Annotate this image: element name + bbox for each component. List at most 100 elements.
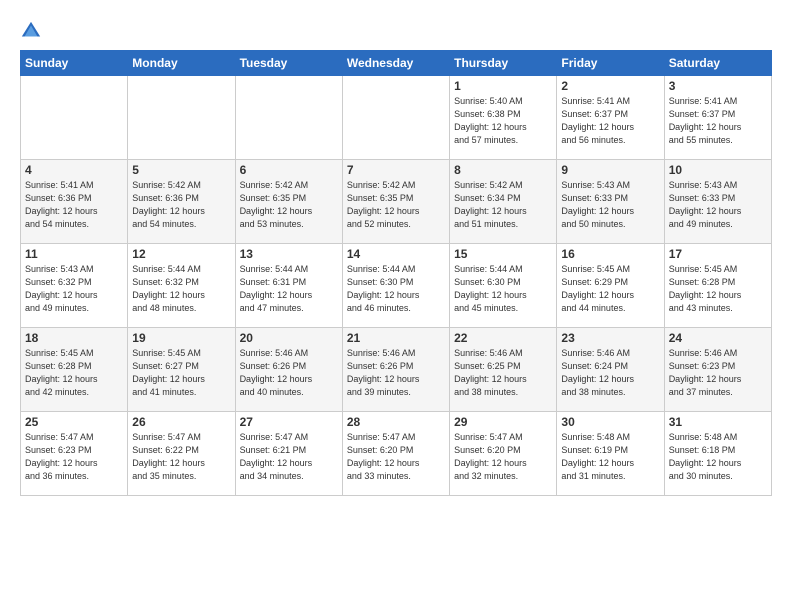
calendar-cell: 4Sunrise: 5:41 AM Sunset: 6:36 PM Daylig… bbox=[21, 160, 128, 244]
header bbox=[20, 18, 772, 42]
day-number: 15 bbox=[454, 247, 552, 261]
day-info: Sunrise: 5:46 AM Sunset: 6:26 PM Dayligh… bbox=[347, 347, 445, 399]
day-info: Sunrise: 5:42 AM Sunset: 6:35 PM Dayligh… bbox=[240, 179, 338, 231]
calendar-header-saturday: Saturday bbox=[664, 51, 771, 76]
calendar-cell: 10 Sunrise: 5:43 AM Sunset: 6:33 PM Dayli… bbox=[664, 160, 771, 244]
day-info: Sunrise: 5:43 AM Sunset: 6:33 PM Dayligh… bbox=[561, 179, 659, 231]
day-number: 31 bbox=[669, 415, 767, 429]
day-info: Sunrise: 5:44 AM Sunset: 6:31 PM Dayligh… bbox=[240, 263, 338, 315]
calendar-cell: 27Sunrise: 5:47 AM Sunset: 6:21 PM Dayli… bbox=[235, 412, 342, 496]
calendar-week-row: 18 Sunrise: 5:45 AM Sunset: 6:28 PM Dayli… bbox=[21, 328, 772, 412]
day-info: Sunrise: 5:48 AM Sunset: 6:19 PM Dayligh… bbox=[561, 431, 659, 483]
calendar-cell: 30Sunrise: 5:48 AM Sunset: 6:19 PM Dayli… bbox=[557, 412, 664, 496]
calendar-header-friday: Friday bbox=[557, 51, 664, 76]
day-number: 9 bbox=[561, 163, 659, 177]
calendar-cell: 9 Sunrise: 5:43 AM Sunset: 6:33 PM Daylig… bbox=[557, 160, 664, 244]
calendar: SundayMondayTuesdayWednesdayThursdayFrid… bbox=[20, 50, 772, 496]
day-number: 13 bbox=[240, 247, 338, 261]
day-info: Sunrise: 5:47 AM Sunset: 6:22 PM Dayligh… bbox=[132, 431, 230, 483]
calendar-cell: 12 Sunrise: 5:44 AM Sunset: 6:32 PM Dayli… bbox=[128, 244, 235, 328]
day-info: Sunrise: 5:42 AM Sunset: 6:35 PM Dayligh… bbox=[347, 179, 445, 231]
day-info: Sunrise: 5:45 AM Sunset: 6:28 PM Dayligh… bbox=[25, 347, 123, 399]
day-info: Sunrise: 5:44 AM Sunset: 6:32 PM Dayligh… bbox=[132, 263, 230, 315]
calendar-cell: 24 Sunrise: 5:46 AM Sunset: 6:23 PM Dayli… bbox=[664, 328, 771, 412]
logo bbox=[20, 18, 46, 42]
day-number: 12 bbox=[132, 247, 230, 261]
calendar-cell: 6 Sunrise: 5:42 AM Sunset: 6:35 PM Daylig… bbox=[235, 160, 342, 244]
day-info: Sunrise: 5:48 AM Sunset: 6:18 PM Dayligh… bbox=[669, 431, 767, 483]
day-info: Sunrise: 5:45 AM Sunset: 6:29 PM Dayligh… bbox=[561, 263, 659, 315]
day-info: Sunrise: 5:45 AM Sunset: 6:27 PM Dayligh… bbox=[132, 347, 230, 399]
calendar-header-wednesday: Wednesday bbox=[342, 51, 449, 76]
calendar-cell: 8 Sunrise: 5:42 AM Sunset: 6:34 PM Daylig… bbox=[450, 160, 557, 244]
day-number: 2 bbox=[561, 79, 659, 93]
calendar-cell: 28 Sunrise: 5:47 AM Sunset: 6:20 PM Dayli… bbox=[342, 412, 449, 496]
calendar-cell: 13 Sunrise: 5:44 AM Sunset: 6:31 PM Dayli… bbox=[235, 244, 342, 328]
day-info: Sunrise: 5:46 AM Sunset: 6:24 PM Dayligh… bbox=[561, 347, 659, 399]
day-info: Sunrise: 5:42 AM Sunset: 6:34 PM Dayligh… bbox=[454, 179, 552, 231]
calendar-cell: 7 Sunrise: 5:42 AM Sunset: 6:35 PM Daylig… bbox=[342, 160, 449, 244]
day-number: 3 bbox=[669, 79, 767, 93]
calendar-cell: 15 Sunrise: 5:44 AM Sunset: 6:30 PM Dayli… bbox=[450, 244, 557, 328]
day-info: Sunrise: 5:47 AM Sunset: 6:20 PM Dayligh… bbox=[347, 431, 445, 483]
calendar-cell: 17 Sunrise: 5:45 AM Sunset: 6:28 PM Dayli… bbox=[664, 244, 771, 328]
calendar-header-sunday: Sunday bbox=[21, 51, 128, 76]
calendar-week-row: 1 Sunrise: 5:40 AM Sunset: 6:38 PM Daylig… bbox=[21, 76, 772, 160]
day-info: Sunrise: 5:40 AM Sunset: 6:38 PM Dayligh… bbox=[454, 95, 552, 147]
calendar-cell: 20Sunrise: 5:46 AM Sunset: 6:26 PM Dayli… bbox=[235, 328, 342, 412]
calendar-header-thursday: Thursday bbox=[450, 51, 557, 76]
calendar-cell: 11 Sunrise: 5:43 AM Sunset: 6:32 PM Dayli… bbox=[21, 244, 128, 328]
calendar-cell: 5Sunrise: 5:42 AM Sunset: 6:36 PM Daylig… bbox=[128, 160, 235, 244]
day-number: 19 bbox=[132, 331, 230, 345]
day-info: Sunrise: 5:45 AM Sunset: 6:28 PM Dayligh… bbox=[669, 263, 767, 315]
day-info: Sunrise: 5:44 AM Sunset: 6:30 PM Dayligh… bbox=[454, 263, 552, 315]
day-number: 11 bbox=[25, 247, 123, 261]
day-number: 1 bbox=[454, 79, 552, 93]
calendar-header-monday: Monday bbox=[128, 51, 235, 76]
calendar-cell: 18 Sunrise: 5:45 AM Sunset: 6:28 PM Dayli… bbox=[21, 328, 128, 412]
calendar-week-row: 11 Sunrise: 5:43 AM Sunset: 6:32 PM Dayli… bbox=[21, 244, 772, 328]
calendar-cell: 23Sunrise: 5:46 AM Sunset: 6:24 PM Dayli… bbox=[557, 328, 664, 412]
calendar-cell: 29 Sunrise: 5:47 AM Sunset: 6:20 PM Dayli… bbox=[450, 412, 557, 496]
calendar-header-row: SundayMondayTuesdayWednesdayThursdayFrid… bbox=[21, 51, 772, 76]
day-info: Sunrise: 5:43 AM Sunset: 6:32 PM Dayligh… bbox=[25, 263, 123, 315]
calendar-week-row: 4Sunrise: 5:41 AM Sunset: 6:36 PM Daylig… bbox=[21, 160, 772, 244]
calendar-cell bbox=[21, 76, 128, 160]
day-number: 28 bbox=[347, 415, 445, 429]
calendar-cell: 26 Sunrise: 5:47 AM Sunset: 6:22 PM Dayli… bbox=[128, 412, 235, 496]
day-number: 17 bbox=[669, 247, 767, 261]
calendar-cell: 1 Sunrise: 5:40 AM Sunset: 6:38 PM Daylig… bbox=[450, 76, 557, 160]
day-number: 14 bbox=[347, 247, 445, 261]
day-number: 21 bbox=[347, 331, 445, 345]
day-number: 16 bbox=[561, 247, 659, 261]
day-info: Sunrise: 5:46 AM Sunset: 6:23 PM Dayligh… bbox=[669, 347, 767, 399]
day-number: 29 bbox=[454, 415, 552, 429]
day-info: Sunrise: 5:43 AM Sunset: 6:33 PM Dayligh… bbox=[669, 179, 767, 231]
day-info: Sunrise: 5:47 AM Sunset: 6:20 PM Dayligh… bbox=[454, 431, 552, 483]
calendar-cell: 3 Sunrise: 5:41 AM Sunset: 6:37 PM Daylig… bbox=[664, 76, 771, 160]
calendar-cell bbox=[235, 76, 342, 160]
calendar-cell: 14 Sunrise: 5:44 AM Sunset: 6:30 PM Dayli… bbox=[342, 244, 449, 328]
day-number: 5 bbox=[132, 163, 230, 177]
calendar-cell: 19 Sunrise: 5:45 AM Sunset: 6:27 PM Dayli… bbox=[128, 328, 235, 412]
day-info: Sunrise: 5:41 AM Sunset: 6:37 PM Dayligh… bbox=[669, 95, 767, 147]
calendar-week-row: 25Sunrise: 5:47 AM Sunset: 6:23 PM Dayli… bbox=[21, 412, 772, 496]
day-info: Sunrise: 5:47 AM Sunset: 6:21 PM Dayligh… bbox=[240, 431, 338, 483]
day-number: 8 bbox=[454, 163, 552, 177]
day-number: 6 bbox=[240, 163, 338, 177]
day-number: 10 bbox=[669, 163, 767, 177]
day-number: 7 bbox=[347, 163, 445, 177]
day-info: Sunrise: 5:41 AM Sunset: 6:37 PM Dayligh… bbox=[561, 95, 659, 147]
day-number: 4 bbox=[25, 163, 123, 177]
day-number: 22 bbox=[454, 331, 552, 345]
day-info: Sunrise: 5:44 AM Sunset: 6:30 PM Dayligh… bbox=[347, 263, 445, 315]
day-number: 26 bbox=[132, 415, 230, 429]
day-number: 25 bbox=[25, 415, 123, 429]
day-number: 18 bbox=[25, 331, 123, 345]
day-info: Sunrise: 5:46 AM Sunset: 6:26 PM Dayligh… bbox=[240, 347, 338, 399]
calendar-cell: 21 Sunrise: 5:46 AM Sunset: 6:26 PM Dayli… bbox=[342, 328, 449, 412]
calendar-cell: 22Sunrise: 5:46 AM Sunset: 6:25 PM Dayli… bbox=[450, 328, 557, 412]
calendar-cell: 25Sunrise: 5:47 AM Sunset: 6:23 PM Dayli… bbox=[21, 412, 128, 496]
day-number: 24 bbox=[669, 331, 767, 345]
calendar-cell bbox=[342, 76, 449, 160]
